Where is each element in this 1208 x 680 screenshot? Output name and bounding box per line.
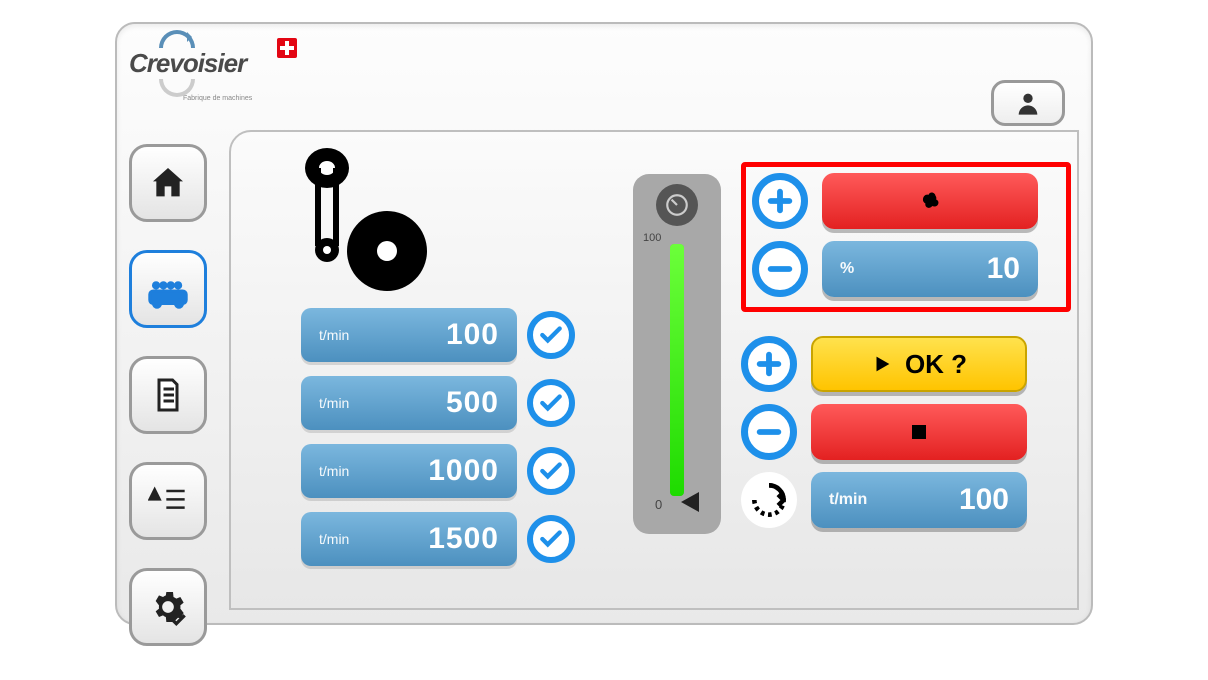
- speed-preset-1500[interactable]: t/min 1500: [301, 512, 517, 566]
- nav-machine[interactable]: [129, 250, 207, 328]
- nav-document[interactable]: [129, 356, 207, 434]
- nav-settings[interactable]: [129, 568, 207, 646]
- user-button[interactable]: [991, 80, 1065, 126]
- check-1000[interactable]: [527, 447, 575, 495]
- play-icon: [871, 353, 893, 375]
- check-icon: [538, 322, 564, 348]
- fan-toggle-button[interactable]: [822, 173, 1038, 229]
- main-panel: t/min 100 t/min 500 t/min 10: [229, 130, 1079, 610]
- cycle-icon: [747, 478, 791, 522]
- speed-value: 100: [446, 318, 499, 352]
- gauge-bottom-label: 0: [655, 497, 662, 512]
- check-100[interactable]: [527, 311, 575, 359]
- plus-icon: [755, 350, 783, 378]
- user-icon: [1014, 89, 1042, 117]
- check-icon: [538, 526, 564, 552]
- brand-name: Crevoisier: [129, 48, 299, 79]
- nav-alarms[interactable]: [129, 462, 207, 540]
- minus-icon: [755, 418, 783, 446]
- settings-icon: [148, 587, 188, 627]
- brand-logo: Crevoisier Fabrique de machines: [129, 30, 299, 110]
- pulley-diagram: [287, 146, 467, 296]
- current-speed-value: 100: [959, 483, 1009, 517]
- speed-value: 1000: [428, 454, 499, 488]
- swiss-flag-icon: [277, 38, 297, 58]
- fan-increase-button[interactable]: [752, 173, 808, 229]
- gauge-dial-icon: [656, 184, 698, 226]
- nav-home[interactable]: [129, 144, 207, 222]
- speed-value: 1500: [428, 522, 499, 556]
- document-icon: [150, 377, 186, 413]
- load-gauge: 100 0: [633, 174, 721, 534]
- machine-icon: [146, 267, 190, 311]
- current-speed-unit: t/min: [829, 491, 947, 509]
- minus-icon: [766, 255, 794, 283]
- alarm-list-icon: [148, 481, 188, 521]
- speed-unit: t/min: [319, 395, 446, 411]
- speed-value: 500: [446, 386, 499, 420]
- home-icon: [148, 163, 188, 203]
- fan-decrease-button[interactable]: [752, 241, 808, 297]
- speed-decrease-button[interactable]: [741, 404, 797, 460]
- speed-preset-1000[interactable]: t/min 1000: [301, 444, 517, 498]
- speed-unit: t/min: [319, 463, 428, 479]
- fan-percent-display[interactable]: % 10: [822, 241, 1038, 297]
- speed-preset-100[interactable]: t/min 100: [301, 308, 517, 362]
- current-speed-display[interactable]: t/min 100: [811, 472, 1027, 528]
- speed-preset-500[interactable]: t/min 500: [301, 376, 517, 430]
- start-confirm-button[interactable]: OK ?: [811, 336, 1027, 392]
- brand-tagline: Fabrique de machines: [183, 95, 299, 102]
- speed-unit: t/min: [319, 531, 428, 547]
- gauge-marker-icon: [681, 492, 699, 512]
- speed-unit: t/min: [319, 327, 446, 343]
- cycle-button[interactable]: [741, 472, 797, 528]
- fan-control-highlight: % 10: [741, 162, 1071, 312]
- check-500[interactable]: [527, 379, 575, 427]
- gauge-top-label: 100: [643, 232, 661, 244]
- percent-label: %: [840, 260, 975, 278]
- percent-value: 10: [987, 252, 1020, 286]
- stop-icon: [907, 420, 931, 444]
- check-icon: [538, 458, 564, 484]
- check-1500[interactable]: [527, 515, 575, 563]
- confirm-label: OK ?: [905, 349, 967, 380]
- plus-icon: [766, 187, 794, 215]
- fan-icon: [909, 180, 951, 222]
- check-icon: [538, 390, 564, 416]
- speed-increase-button[interactable]: [741, 336, 797, 392]
- stop-button[interactable]: [811, 404, 1027, 460]
